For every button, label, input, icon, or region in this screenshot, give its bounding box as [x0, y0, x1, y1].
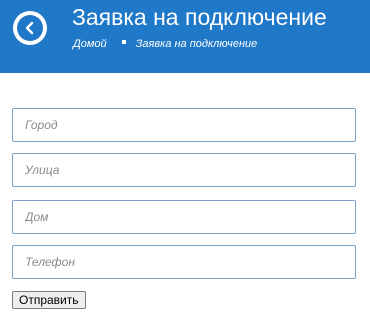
- page-header: Заявка на подключение Домой Заявка на по…: [0, 0, 370, 73]
- breadcrumb-current: Заявка на подключение: [135, 38, 258, 50]
- chevron-left-icon: [17, 15, 43, 41]
- street-input[interactable]: [12, 153, 356, 187]
- page-title: Заявка на подключение: [72, 4, 327, 30]
- phone-input[interactable]: [12, 245, 356, 279]
- back-button[interactable]: [13, 11, 47, 45]
- city-input[interactable]: [12, 108, 356, 142]
- breadcrumb-separator: [121, 40, 126, 44]
- house-input[interactable]: [12, 200, 356, 234]
- breadcrumb-home-link[interactable]: Домой: [73, 38, 107, 50]
- submit-button[interactable]: Отправить: [12, 291, 86, 309]
- breadcrumb: Домой Заявка на подключение: [73, 38, 257, 50]
